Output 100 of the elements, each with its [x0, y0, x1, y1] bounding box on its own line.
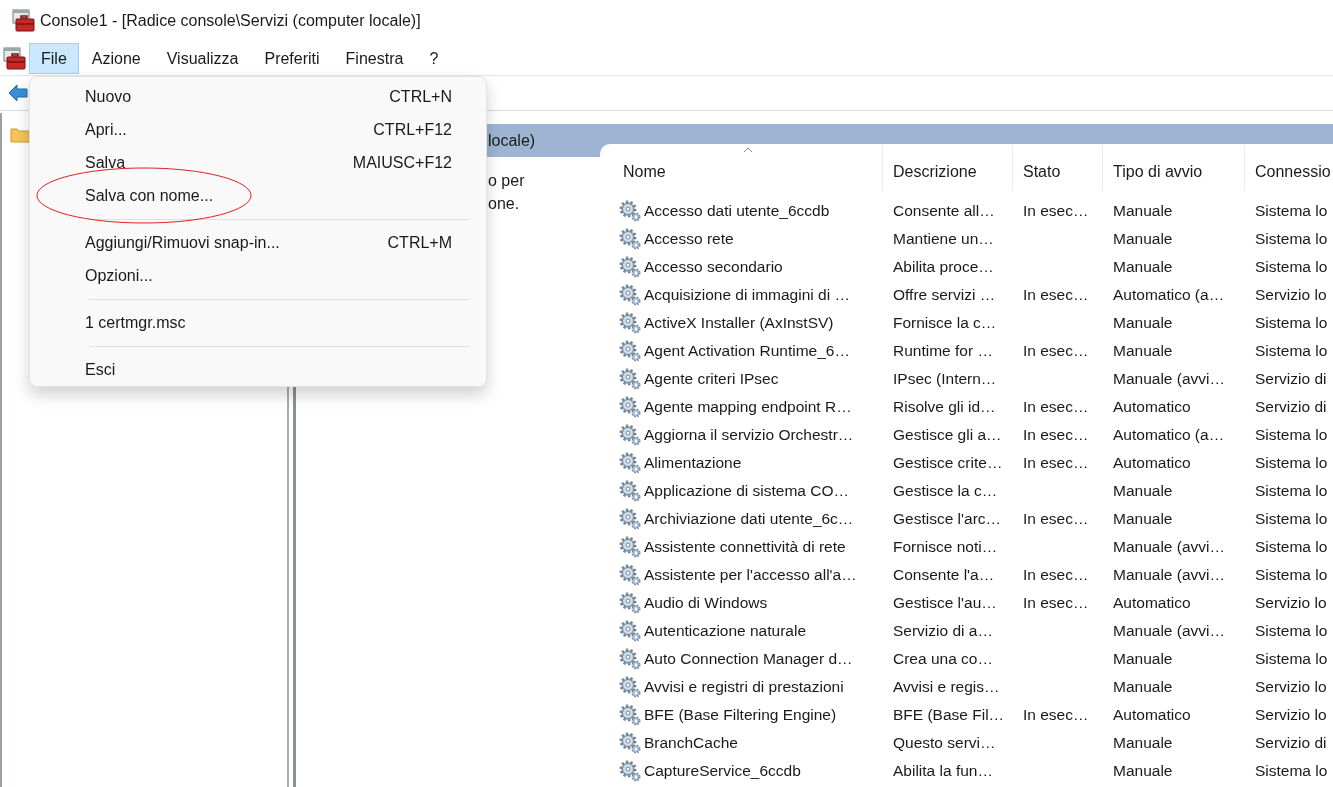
toolbox-icon — [12, 9, 36, 33]
sort-caret-icon — [742, 147, 753, 153]
table-cell: Automatico — [1113, 706, 1191, 724]
shortcut-text: MAIUSC+F12 — [352, 152, 452, 173]
table-cell: Manuale — [1113, 314, 1173, 332]
column-header[interactable]: Connessio — [1245, 145, 1333, 191]
table-cell: Consente all… — [893, 202, 995, 220]
menu-item[interactable]: Nuovo CTRL+N — [34, 80, 482, 113]
table-cell: In esec… — [1023, 510, 1089, 528]
table-cell: Servizio lo — [1255, 706, 1327, 724]
gears-icon — [618, 731, 642, 755]
service-name[interactable]: Acquisizione di immagini di … — [644, 283, 850, 307]
table-cell: Automatico — [1113, 594, 1191, 612]
table-cell: Manuale — [1113, 258, 1173, 276]
gears-icon — [618, 227, 642, 251]
menu-bar-item[interactable]: File — [29, 43, 79, 74]
menu-item[interactable]: Esci — [34, 353, 482, 386]
table-cell: Gestisce crite… — [893, 454, 1003, 472]
service-name[interactable]: BranchCache — [644, 731, 738, 755]
table-cell: Manuale (avvi… — [1113, 538, 1225, 556]
menu-bar-item[interactable]: Finestra — [332, 43, 417, 74]
service-name[interactable]: Avvisi e registri di prestazioni — [644, 675, 844, 699]
service-name[interactable]: BFE (Base Filtering Engine) — [644, 703, 837, 727]
table-cell: Sistema lo — [1255, 202, 1328, 220]
table-cell: Runtime for … — [893, 342, 993, 360]
shortcut-text: CTRL+M — [387, 232, 452, 253]
menu-item[interactable]: Aggiungi/Rimuovi snap-in... CTRL+M — [34, 226, 482, 259]
column-header[interactable]: Stato — [1013, 145, 1103, 191]
table-cell: In esec… — [1023, 342, 1089, 360]
gears-icon — [618, 647, 642, 671]
table-cell: Automatico (a… — [1113, 426, 1225, 444]
table-cell: Fornisce noti… — [893, 538, 998, 556]
service-name[interactable]: Applicazione di sistema CO… — [644, 479, 850, 503]
table-cell: Manuale — [1113, 678, 1173, 696]
menu-bar-item[interactable]: ? — [416, 43, 452, 74]
table-cell: BFE (Base Fil… — [893, 706, 1005, 724]
table-cell: Fornisce la c… — [893, 314, 997, 332]
menu-bar-item[interactable]: Preferiti — [251, 43, 333, 74]
column-header[interactable]: Nome — [613, 145, 883, 191]
table-cell: In esec… — [1023, 594, 1089, 612]
table-cell: In esec… — [1023, 566, 1089, 584]
toolbox-icon — [3, 46, 27, 71]
table-cell: Manuale — [1113, 482, 1173, 500]
table-cell: Automatico — [1113, 398, 1191, 416]
service-name[interactable]: Agent Activation Runtime_6… — [644, 339, 850, 363]
table-cell: Manuale (avvi… — [1113, 622, 1225, 640]
gears-icon — [618, 563, 642, 587]
service-name[interactable]: Assistente connettività di rete — [644, 535, 846, 559]
table-cell: Servizio di — [1255, 734, 1327, 752]
service-name[interactable]: Accesso dati utente_6ccdb — [644, 199, 830, 223]
table-cell: Servizio di a… — [893, 622, 993, 640]
table-cell: Sistema lo — [1255, 762, 1328, 780]
window-title: Console1 - [Radice console\Servizi (computer locale)] — [40, 11, 421, 31]
table-cell: Automatico — [1113, 454, 1191, 472]
table-cell: Gestisce la c… — [893, 482, 998, 500]
service-name[interactable]: Alimentazione — [644, 451, 742, 475]
gears-icon — [618, 703, 642, 727]
table-cell: In esec… — [1023, 706, 1089, 724]
table-cell: In esec… — [1023, 202, 1089, 220]
gears-icon — [618, 479, 642, 503]
service-name[interactable]: Assistente per l'accesso all'a… — [644, 563, 857, 587]
service-name[interactable]: Agente mapping endpoint R… — [644, 395, 852, 419]
table-cell: Sistema lo — [1255, 622, 1328, 640]
service-name[interactable]: Accesso rete — [644, 227, 734, 251]
table-cell: Servizio lo — [1255, 286, 1327, 304]
table-cell: Abilita proce… — [893, 258, 994, 276]
table-cell: Consente l'a… — [893, 566, 995, 584]
menu-bar-item[interactable]: Visualizza — [153, 43, 252, 74]
table-cell: Servizio lo — [1255, 678, 1327, 696]
folder-icon — [10, 127, 30, 143]
table-cell: Abilita la fun… — [893, 762, 993, 780]
gears-icon — [618, 759, 642, 783]
table-cell: Gestisce gli a… — [893, 426, 1002, 444]
service-name[interactable]: CaptureService_6ccdb — [644, 759, 801, 783]
gears-icon — [618, 675, 642, 699]
service-name[interactable]: Aggiorna il servizio Orchestr… — [644, 423, 854, 447]
service-name[interactable]: Accesso secondario — [644, 255, 783, 279]
service-name[interactable]: ActiveX Installer (AxInstSV) — [644, 311, 834, 335]
service-name[interactable]: Audio di Windows — [644, 591, 768, 615]
shortcut-text: CTRL+F12 — [373, 119, 452, 140]
service-name[interactable]: Agente criteri IPsec — [644, 367, 779, 391]
service-name[interactable]: Auto Connection Manager d… — [644, 647, 853, 671]
back-arrow-icon[interactable] — [8, 84, 28, 102]
table-cell: Manuale — [1113, 342, 1173, 360]
table-cell: Sistema lo — [1255, 258, 1328, 276]
menu-item[interactable]: 1 certmgr.msc — [34, 306, 482, 339]
menu-item[interactable]: Apri... CTRL+F12 — [34, 113, 482, 146]
menu-item[interactable]: Opzioni... — [34, 259, 482, 292]
service-name[interactable]: Archiviazione dati utente_6c… — [644, 507, 854, 531]
column-header[interactable]: Descrizione — [883, 145, 1013, 191]
service-name[interactable]: Autenticazione naturale — [644, 619, 806, 643]
menu-bar-item[interactable]: Azione — [78, 43, 154, 74]
table-cell: In esec… — [1023, 426, 1089, 444]
column-header[interactable]: Tipo di avvio — [1103, 145, 1245, 191]
table-cell: Sistema lo — [1255, 510, 1328, 528]
gears-icon — [618, 255, 642, 279]
menu-item[interactable]: Salva MAIUSC+F12 — [34, 146, 482, 179]
table-cell: Servizio di — [1255, 370, 1327, 388]
table-cell: Questo servi… — [893, 734, 996, 752]
menu-item[interactable]: Salva con nome... — [34, 179, 482, 212]
